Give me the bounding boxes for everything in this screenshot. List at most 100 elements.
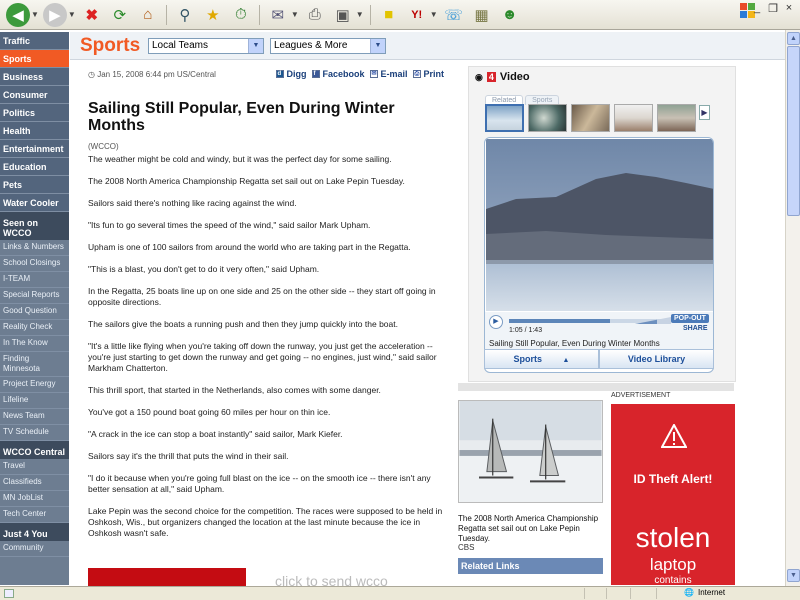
print-icon[interactable]: ⎙ [303,3,327,27]
leagues-select[interactable]: Leagues & More ▼ [270,37,386,54]
nav-item-pets[interactable]: Pets [0,176,69,194]
nav-sub-school-closings[interactable]: School Closings [0,256,69,272]
video-thumbnail[interactable] [614,104,653,132]
history-icon[interactable]: ⏱ [229,3,253,27]
nav-sub-reality-check[interactable]: Reality Check [0,320,69,336]
restore-button[interactable]: ❐ [766,2,780,15]
video-thumbnail[interactable] [485,104,524,132]
facebook-label: Facebook [322,69,365,79]
favorites-icon[interactable]: ★ [201,3,225,27]
promo-banner[interactable] [88,568,246,586]
scroll-down-icon[interactable]: ▼ [787,569,800,582]
scroll-up-icon[interactable]: ▲ [787,32,800,45]
promo-text[interactable]: click to send wcco [275,573,388,586]
mail-icon[interactable]: ✉ [266,3,290,27]
video-thumbnail[interactable] [528,104,567,132]
print-link[interactable]: ⎙ Print [413,69,444,79]
chevron-down-icon: ▼ [370,38,385,53]
status-divider [656,588,657,599]
volume-icon[interactable] [635,317,671,324]
yahoo-icon[interactable]: Y! [405,3,429,27]
back-icon[interactable]: ◀ [6,2,30,27]
warning-icon [661,424,687,448]
video-title-text: Video [499,71,530,83]
email-link[interactable]: ✉ E-mail [370,69,407,79]
video-thumbnail[interactable] [571,104,610,132]
nav-sub-special-reports[interactable]: Special Reports [0,288,69,304]
digg-icon: d [276,70,285,78]
nav-item-traffic[interactable]: Traffic [0,32,69,50]
article-headline: Sailing Still Popular, Even During Winte… [88,100,395,134]
page-icon [4,589,14,598]
chevron-down-icon: ▼ [248,38,263,53]
nav-sub-links-numbers[interactable]: Links & Numbers [0,240,69,256]
nav-item-business[interactable]: Business [0,68,69,86]
dateline: (WCCO) [88,142,119,151]
forward-dropdown-icon[interactable]: ▼ [68,10,76,19]
article-paragraph: "A crack in the ice can stop a boat inst… [88,429,343,439]
email-label: E-mail [380,69,408,79]
local-teams-select[interactable]: Local Teams ▼ [148,37,264,54]
nav-item-consumer[interactable]: Consumer [0,86,69,104]
edit-icon[interactable]: ▣ [331,3,355,27]
note-icon[interactable]: ■ [377,3,401,27]
minimize-button[interactable]: _ [750,2,764,15]
nav-sub-mn-joblist[interactable]: MN JobList [0,491,69,507]
nav-item-health[interactable]: Health [0,122,69,140]
messenger-icon[interactable]: ☻ [498,3,522,27]
ad-headline: ID Theft Alert! [633,472,713,486]
nav-item-entertainment[interactable]: Entertainment [0,140,69,158]
article-paragraph: "This is a blast, you don't get to do it… [88,264,320,274]
nav-sub-good-question[interactable]: Good Question [0,304,69,320]
home-icon[interactable]: ⌂ [136,3,160,27]
nav-heading-just-4-you: Just 4 You [0,523,69,541]
play-icon[interactable]: ▶ [489,315,503,329]
forward-icon[interactable]: ▶ [42,2,67,27]
nav-item-education[interactable]: Education [0,158,69,176]
refresh-icon[interactable]: ⟳ [108,3,132,27]
chevron-right-icon[interactable]: ▶ [699,105,710,120]
video-library-button[interactable]: Video Library [599,349,714,369]
nav-item-sports[interactable]: Sports [0,50,69,68]
digg-link[interactable]: d Digg [276,69,306,79]
nav-heading-wcco-central: WCCO Central [0,441,69,459]
nav-sub-project-energy[interactable]: Project Energy [0,377,69,393]
article-photo[interactable] [458,400,603,503]
stop-icon[interactable]: ✖ [80,3,104,27]
section-header: Sports Local Teams ▼ Leagues & More ▼ [70,32,800,60]
scrollbar-thumb[interactable] [787,46,800,216]
video-thumbnail[interactable] [657,104,696,132]
nav-sub-community[interactable]: Community [0,541,69,557]
skype-icon[interactable]: ☏ [442,3,466,27]
article-paragraph: Sailors say it's the thrill that puts th… [88,451,289,461]
search-icon[interactable]: ⚲ [173,3,197,27]
nav-sub-travel[interactable]: Travel [0,459,69,475]
related-links-header[interactable]: Related Links [458,558,603,574]
nav-sub-in-the-know[interactable]: In The Know [0,336,69,352]
nav-item-water-cooler[interactable]: Water Cooler [0,194,69,212]
nav-sub-tech-center[interactable]: Tech Center [0,507,69,523]
nav-sub-finding-minnesota[interactable]: Finding Minnesota [0,352,69,377]
nav-sub-i-team[interactable]: I-TEAM [0,272,69,288]
mail-dropdown-icon[interactable]: ▼ [291,10,299,19]
sports-video-button[interactable]: Sports ▲ [484,349,599,369]
back-dropdown-icon[interactable]: ▼ [31,10,39,19]
facebook-link[interactable]: f Facebook [312,69,364,79]
research-icon[interactable]: ▦ [470,3,494,27]
yahoo-dropdown-icon[interactable]: ▼ [430,10,438,19]
nav-sub-tv-schedule[interactable]: TV Schedule [0,425,69,441]
video-screen[interactable] [486,139,714,311]
article-meta: ◷ Jan 15, 2008 6:44 pm US/Central d Digg … [80,66,452,82]
nav-sub-lifeline[interactable]: Lifeline [0,393,69,409]
timestamp: ◷ Jan 15, 2008 6:44 pm US/Central [88,70,216,79]
nav-sub-news-team[interactable]: News Team [0,409,69,425]
share-button[interactable]: SHARE [683,325,708,332]
edit-dropdown-icon[interactable]: ▼ [356,10,364,19]
toolbar-separator [369,4,371,25]
popout-button[interactable]: POP-OUT [671,314,709,323]
advertisement[interactable]: ID Theft Alert! stolen laptop contains [611,404,735,585]
close-window-button[interactable]: × [782,2,796,15]
scrollbar[interactable]: ▲ ▼ [785,30,800,586]
nav-sub-classifieds[interactable]: Classifieds [0,475,69,491]
nav-item-politics[interactable]: Politics [0,104,69,122]
